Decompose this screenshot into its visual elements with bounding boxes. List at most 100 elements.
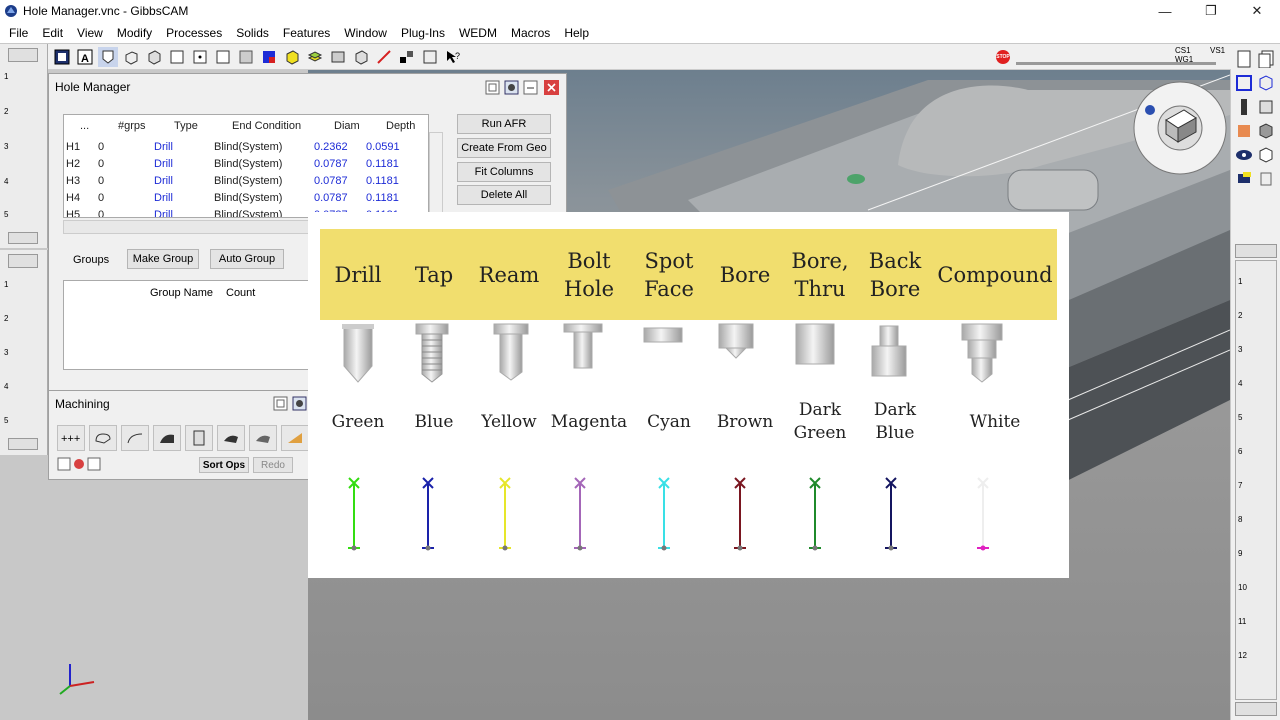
paint-icon[interactable]: [1235, 170, 1253, 188]
drill-tool-icon[interactable]: [1235, 98, 1253, 116]
layout-icon[interactable]: [420, 47, 440, 67]
close-icon[interactable]: [544, 80, 559, 95]
collapse-icon[interactable]: [523, 80, 538, 95]
menu-plug-ins[interactable]: Plug-Ins: [394, 26, 452, 40]
pin-icon[interactable]: [292, 396, 307, 411]
column-header[interactable]: Type: [174, 120, 198, 132]
menu-solids[interactable]: Solids: [229, 26, 276, 40]
lathe-process-button[interactable]: [281, 425, 309, 451]
make-group-button[interactable]: Make Group: [127, 249, 199, 269]
surface-process-button[interactable]: [217, 425, 245, 451]
menu-processes[interactable]: Processes: [159, 26, 229, 40]
spot-face-shape-icon: [643, 327, 683, 343]
op-list-icons[interactable]: [57, 457, 107, 471]
bolt-hole-shape-icon: [563, 323, 603, 369]
point-icon[interactable]: [190, 47, 210, 67]
row-id: H2: [66, 158, 81, 170]
menu-view[interactable]: View: [70, 26, 110, 40]
table-horizontal-scrollbar[interactable]: [63, 220, 309, 234]
groups-table[interactable]: Group Name Count: [63, 280, 309, 370]
column-header[interactable]: End Condition: [232, 120, 301, 132]
solid-icon[interactable]: [351, 47, 371, 67]
ruler-number: 4: [1238, 379, 1243, 388]
ruler-scroll-up-button[interactable]: [8, 48, 38, 62]
menu-help[interactable]: Help: [557, 26, 596, 40]
row-end-condition: Blind(System): [214, 192, 283, 204]
ruler-scroll-up-button[interactable]: [8, 254, 38, 268]
select-tool-icon[interactable]: [52, 47, 72, 67]
menu-modify[interactable]: Modify: [110, 26, 159, 40]
shape-select-icon[interactable]: [1235, 74, 1253, 92]
auto-group-button[interactable]: Auto Group: [210, 249, 284, 269]
menu-file[interactable]: File: [2, 26, 35, 40]
drill-process-button[interactable]: [185, 425, 213, 451]
column-header[interactable]: ...: [80, 120, 89, 132]
column-header[interactable]: Diam: [334, 120, 360, 132]
right-ruler-scroll-down-button[interactable]: [1235, 702, 1277, 716]
hole-type-legend: Drill Tap Ream Bolt Hole Spot Face Bore …: [308, 212, 1069, 578]
menu-edit[interactable]: Edit: [35, 26, 70, 40]
help-cursor-icon[interactable]: ?: [443, 47, 463, 67]
eye-icon[interactable]: [1235, 146, 1253, 164]
menu-macros[interactable]: Macros: [504, 26, 557, 40]
dock-icon[interactable]: [485, 80, 500, 95]
layers-panel-icon[interactable]: [1257, 98, 1275, 116]
box-icon[interactable]: [121, 47, 141, 67]
delete-all-button[interactable]: Delete All: [457, 185, 551, 205]
column-header[interactable]: #grps: [118, 120, 146, 132]
ruler-number: 1: [1238, 277, 1243, 286]
pin-icon[interactable]: [504, 80, 519, 95]
view-cube[interactable]: [1132, 80, 1228, 176]
column-header[interactable]: Depth: [386, 120, 415, 132]
right-ruler-scroll-up-button[interactable]: [1235, 244, 1277, 258]
color-tool-icon[interactable]: [259, 47, 279, 67]
face-icon: [160, 434, 174, 443]
pocket-icon: [127, 433, 143, 444]
documents-icon[interactable]: [1257, 50, 1275, 68]
ruler-number: 8: [1238, 515, 1243, 524]
run-afr-button[interactable]: Run AFR: [457, 114, 551, 134]
menu-wedm[interactable]: WEDM: [452, 26, 504, 40]
restore-button[interactable]: ❐: [1188, 0, 1234, 22]
ruler-scroll-down-button[interactable]: [8, 438, 38, 450]
pocket-process-button[interactable]: [121, 425, 149, 451]
stop-icon[interactable]: STOP: [996, 50, 1010, 64]
box-outline-icon[interactable]: [1257, 146, 1275, 164]
close-window-button[interactable]: ✕: [1234, 0, 1280, 22]
yellow-solid-icon[interactable]: [282, 47, 302, 67]
solid-block-icon[interactable]: [1257, 122, 1275, 140]
menu-window[interactable]: Window: [337, 26, 394, 40]
hole-table[interactable]: ... #grps Type End Condition Diam Depth …: [63, 114, 429, 218]
cube-view-icon[interactable]: [1257, 74, 1275, 92]
row-depth: 0.1181: [366, 192, 399, 204]
stack-icon[interactable]: [305, 47, 325, 67]
layers-icon[interactable]: [328, 47, 348, 67]
sketch-icon[interactable]: [374, 47, 394, 67]
frame-icon[interactable]: [213, 47, 233, 67]
text-tool-icon[interactable]: A: [75, 47, 95, 67]
contour-process-button[interactable]: [89, 425, 117, 451]
document-icon[interactable]: [1235, 50, 1253, 68]
fit-columns-button[interactable]: Fit Columns: [457, 162, 551, 182]
hand-tool-icon[interactable]: [1235, 122, 1253, 140]
rough-process-button[interactable]: [249, 425, 277, 451]
grid-tool-icon[interactable]: [236, 47, 256, 67]
redo-button[interactable]: Redo: [253, 457, 293, 473]
drill-icon: [193, 430, 205, 446]
sort-ops-button[interactable]: Sort Ops: [199, 457, 249, 473]
cube-icon[interactable]: [144, 47, 164, 67]
dock-icon[interactable]: [273, 396, 288, 411]
table-vertical-scrollbar[interactable]: [429, 132, 443, 218]
ruler-number: 5: [4, 210, 9, 219]
square-icon[interactable]: [167, 47, 187, 67]
minimize-button[interactable]: —: [1142, 0, 1188, 22]
move-icon[interactable]: [397, 47, 417, 67]
flag-icon[interactable]: [1257, 170, 1275, 188]
row-depth: 0.0591: [366, 141, 400, 153]
menu-features[interactable]: Features: [276, 26, 337, 40]
points-process-button[interactable]: +++: [57, 425, 85, 451]
face-process-button[interactable]: [153, 425, 181, 451]
ruler-scroll-down-button[interactable]: [8, 232, 38, 244]
create-from-geo-button[interactable]: Create From Geo: [457, 138, 551, 158]
tool-shape-icon[interactable]: [98, 46, 118, 67]
